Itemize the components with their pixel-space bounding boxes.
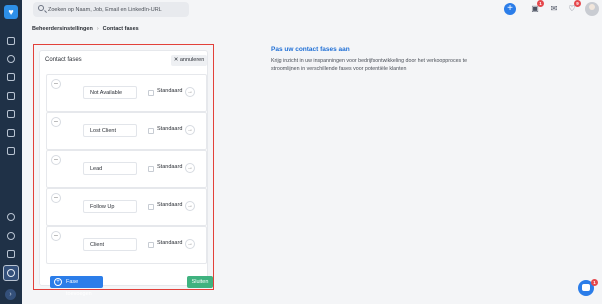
standard-label: Standaard — [157, 164, 183, 170]
stage-row: – Standaard → — [46, 150, 207, 188]
cancel-label: annuleren — [179, 57, 205, 63]
billing-icon[interactable] — [7, 213, 15, 221]
remove-stage-icon[interactable]: – — [51, 231, 61, 241]
jobs-icon[interactable] — [7, 92, 15, 100]
gift-badge: 1 — [537, 0, 544, 7]
drag-handle-icon[interactable]: → — [185, 239, 195, 249]
stage-name-input[interactable] — [83, 124, 137, 137]
drag-handle-icon[interactable]: → — [185, 163, 195, 173]
stage-name-input[interactable] — [83, 238, 137, 251]
info-title: Pas uw contact fases aan — [271, 46, 350, 53]
contact-stages-card: Contact fases ✕ annuleren – Standaard → … — [39, 50, 213, 297]
plus-circle-icon: + — [54, 278, 62, 286]
settings-icon[interactable] — [7, 269, 15, 277]
mail-icon[interactable]: ✉ — [549, 4, 559, 14]
bell-icon[interactable]: ♡ 9 — [567, 0, 581, 14]
documents-icon[interactable] — [7, 250, 15, 258]
standard-label: Standaard — [157, 202, 183, 208]
remove-stage-icon[interactable]: – — [51, 79, 61, 89]
search-icon — [38, 5, 44, 11]
sidebar: ♥ › — [0, 0, 22, 304]
standard-checkbox[interactable] — [148, 128, 154, 134]
search-input[interactable] — [48, 2, 186, 17]
standard-checkbox[interactable] — [148, 166, 154, 172]
stage-row: – Standaard → — [46, 226, 207, 264]
add-stage-label: Fase toevoegen — [66, 279, 92, 297]
stage-name-input[interactable] — [83, 86, 137, 99]
stage-row: – Standaard → — [46, 188, 207, 226]
breadcrumb: Beheerdersinstellingen › Contact fases — [32, 26, 139, 32]
breadcrumb-admin-settings[interactable]: Beheerdersinstellingen — [32, 26, 93, 32]
remove-stage-icon[interactable]: – — [51, 155, 61, 165]
mail-icon[interactable] — [7, 129, 15, 137]
projects-icon[interactable] — [7, 110, 15, 118]
companies-icon[interactable] — [7, 73, 15, 81]
standard-checkbox[interactable] — [148, 242, 154, 248]
stage-name-input[interactable] — [83, 200, 137, 213]
standard-label: Standaard — [157, 88, 183, 94]
breadcrumb-separator: › — [96, 26, 99, 32]
add-stage-button[interactable]: + Fase toevoegen — [50, 276, 103, 297]
cancel-button[interactable]: ✕ annuleren — [171, 55, 207, 66]
chat-badge: 1 — [591, 279, 598, 286]
standard-label: Standaard — [157, 126, 183, 132]
remove-stage-icon[interactable]: – — [51, 117, 61, 127]
stage-row: – Standaard → — [46, 112, 207, 150]
search-bar — [33, 2, 189, 17]
reports-icon[interactable] — [7, 232, 15, 240]
bell-badge: 9 — [574, 0, 581, 7]
contact-stages-panel: Contact fases ✕ annuleren – Standaard → … — [33, 44, 214, 297]
drag-handle-icon[interactable]: → — [185, 87, 195, 97]
calendar-icon[interactable] — [7, 147, 15, 155]
contacts-icon[interactable] — [7, 55, 15, 63]
standard-checkbox[interactable] — [148, 90, 154, 96]
info-text: Krijg inzicht in uw inspanningen voor be… — [271, 58, 468, 72]
drag-handle-icon[interactable]: → — [185, 125, 195, 135]
breadcrumb-contact-stages: Contact fases — [102, 26, 139, 32]
app-logo[interactable]: ♥ — [4, 5, 18, 19]
topbar: + ▣1 ✉ ♡9 — [22, 0, 602, 20]
expand-sidebar-icon[interactable]: › — [5, 289, 16, 300]
dashboard-icon[interactable] — [7, 37, 15, 45]
card-title: Contact fases — [45, 57, 82, 63]
standard-label: Standaard — [157, 240, 183, 246]
drag-handle-icon[interactable]: → — [185, 201, 195, 211]
stage-name-input[interactable] — [83, 162, 137, 175]
gift-icon[interactable]: ▣ 1 — [530, 0, 544, 14]
remove-stage-icon[interactable]: – — [51, 193, 61, 203]
stage-row: – Standaard → — [46, 74, 207, 112]
close-button[interactable]: Sluiten — [187, 276, 213, 288]
standard-checkbox[interactable] — [148, 204, 154, 210]
add-button[interactable]: + — [504, 3, 516, 15]
avatar[interactable] — [585, 2, 599, 16]
